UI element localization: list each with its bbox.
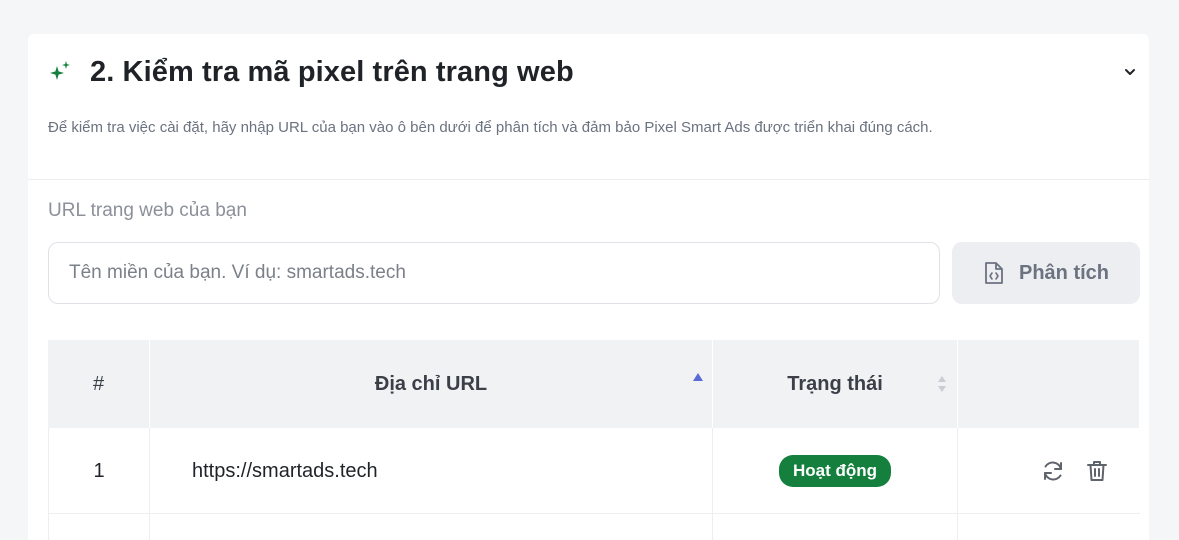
- table-row: 1 https://smartads.tech Hoạt động: [48, 428, 1140, 514]
- partial-cell: [150, 514, 713, 540]
- row-status-cell: Hoạt động: [713, 428, 958, 514]
- url-field-label: URL trang web của bạn: [48, 200, 247, 221]
- column-header-status[interactable]: Trạng thái: [713, 340, 958, 428]
- column-header-url[interactable]: Địa chỉ URL: [150, 340, 713, 428]
- status-badge: Hoạt động: [778, 455, 892, 487]
- column-header-status-label: Trạng thái: [787, 372, 883, 395]
- sort-both-icon[interactable]: [937, 374, 947, 394]
- table-header: # Địa chỉ URL Trạng thái: [48, 340, 1140, 428]
- analyze-button-label: Phân tích: [1018, 261, 1109, 284]
- url-input[interactable]: [48, 242, 940, 304]
- refresh-icon[interactable]: [1040, 458, 1066, 484]
- sparkle-icon: [50, 61, 70, 80]
- partial-cell: [958, 514, 1140, 540]
- chevron-down-icon[interactable]: [1122, 64, 1138, 80]
- row-url: https://smartads.tech: [150, 428, 713, 514]
- analyze-button[interactable]: Phân tích: [952, 242, 1140, 304]
- partial-cell: [48, 514, 150, 540]
- card-header: 2. Kiểm tra mã pixel trên trang web Để k…: [28, 34, 1149, 180]
- column-header-index: #: [48, 340, 150, 428]
- url-table: # Địa chỉ URL Trạng thái 1 https://smart…: [48, 340, 1140, 540]
- table-row-partial: [48, 514, 1140, 540]
- file-code-icon: [985, 262, 1003, 284]
- column-header-actions: [958, 340, 1140, 428]
- column-header-url-label: Địa chỉ URL: [374, 372, 488, 395]
- section-description: Để kiểm tra việc cài đặt, hãy nhập URL c…: [48, 119, 933, 136]
- trash-icon[interactable]: [1084, 458, 1110, 484]
- sort-asc-icon[interactable]: [692, 372, 704, 382]
- row-actions: [958, 428, 1140, 514]
- row-index: 1: [48, 428, 150, 514]
- page-title: 2. Kiểm tra mã pixel trên trang web: [90, 56, 574, 88]
- pixel-check-card: 2. Kiểm tra mã pixel trên trang web Để k…: [28, 34, 1149, 540]
- partial-cell: [713, 514, 958, 540]
